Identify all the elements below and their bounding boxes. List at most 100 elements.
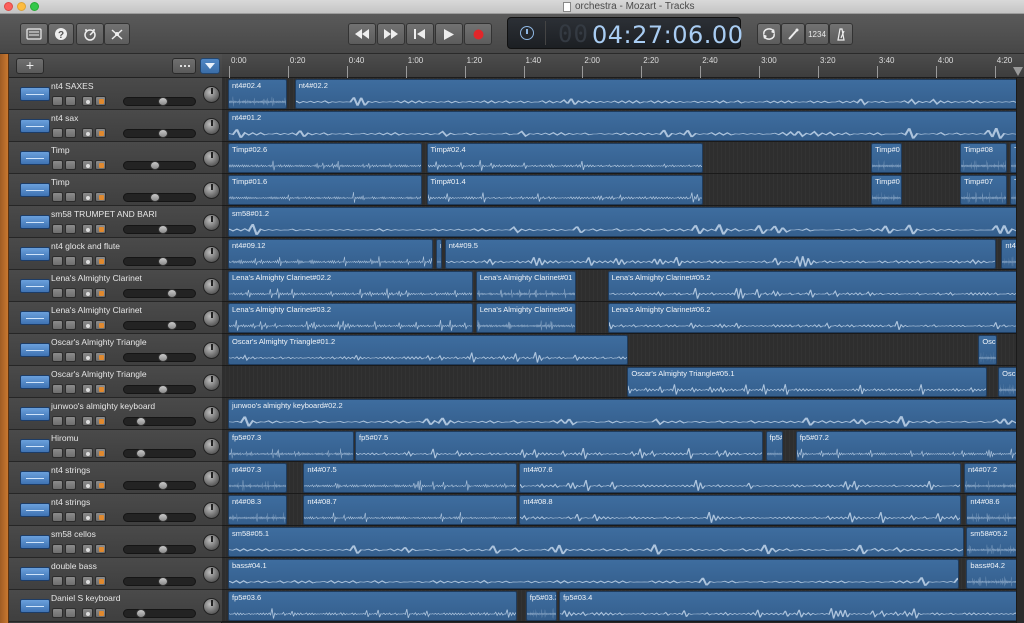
track-header[interactable]: nt4 SAXES: [9, 78, 222, 110]
mute-button[interactable]: [52, 416, 63, 426]
audio-region[interactable]: Lena's Almighty Clarinet#05.2: [607, 271, 1021, 301]
input-monitor-button[interactable]: [82, 480, 93, 490]
mute-button[interactable]: [52, 288, 63, 298]
smart-controls-button[interactable]: [76, 23, 104, 45]
record-enable-button[interactable]: [95, 128, 106, 138]
audio-region[interactable]: bass#04.1: [228, 559, 960, 589]
track-lane[interactable]: Timp#02.6Timp#02.4Timp#0Timp#08Tim: [222, 142, 1024, 174]
volume-slider-handle[interactable]: [158, 257, 168, 266]
input-monitor-button[interactable]: [82, 192, 93, 202]
audio-region[interactable]: n: [436, 239, 443, 269]
track-header[interactable]: nt4 glock and flute: [9, 238, 222, 270]
input-monitor-button[interactable]: [82, 576, 93, 586]
record-enable-button[interactable]: [95, 320, 106, 330]
volume-slider[interactable]: [123, 417, 196, 426]
add-track-button[interactable]: +: [16, 58, 44, 74]
volume-slider[interactable]: [123, 161, 196, 170]
input-monitor-button[interactable]: [82, 544, 93, 554]
track-name[interactable]: Lena's Almighty Clarinet: [51, 273, 142, 283]
volume-slider-handle[interactable]: [158, 97, 168, 106]
track-lane[interactable]: Oscar's Almighty Triangle#01.2 Osc: [222, 334, 1024, 366]
pan-knob[interactable]: [203, 182, 220, 199]
volume-slider-handle[interactable]: [158, 513, 168, 522]
audio-region[interactable]: nt4#08.6: [966, 495, 1021, 525]
solo-button[interactable]: [65, 192, 76, 202]
audio-region[interactable]: fp5#03.4: [559, 591, 1021, 621]
input-monitor-button[interactable]: [82, 96, 93, 106]
input-monitor-button[interactable]: [82, 256, 93, 266]
close-window-button[interactable]: [4, 2, 13, 11]
track-lane[interactable]: fp5#03.6 fp5#03.3 fp5#03.4: [222, 590, 1024, 622]
track-name[interactable]: sm58 TRUMPET AND BARI: [51, 209, 157, 219]
audio-region[interactable]: Timp#02.6: [228, 143, 422, 173]
volume-slider-handle[interactable]: [150, 161, 160, 170]
audio-region[interactable]: nt4#07.3: [228, 463, 287, 493]
pan-knob[interactable]: [203, 438, 220, 455]
audio-region[interactable]: nt4#07.6: [519, 463, 962, 493]
audio-region[interactable]: nt4#08.3: [228, 495, 287, 525]
volume-slider[interactable]: [123, 289, 196, 298]
track-lane[interactable]: Oscar's Almighty Triangle#05.1 Osc: [222, 366, 1024, 398]
audio-region[interactable]: Lena's Almighty Clarinet#06.2: [607, 303, 1021, 333]
pan-knob[interactable]: [203, 374, 220, 391]
mute-button[interactable]: [52, 320, 63, 330]
audio-region[interactable]: Timp#07: [960, 175, 1008, 205]
track-name[interactable]: Oscar's Almighty Triangle: [51, 369, 147, 379]
pan-knob[interactable]: [203, 406, 220, 423]
zoom-window-button[interactable]: [30, 2, 39, 11]
volume-slider[interactable]: [123, 385, 196, 394]
solo-button[interactable]: [65, 544, 76, 554]
audio-region[interactable]: Oscar's Almighty Triangle#01.2: [228, 335, 628, 365]
audio-region[interactable]: Timp#01.6: [228, 175, 422, 205]
track-lane[interactable]: junwoo's almighty keyboard#02.2: [222, 398, 1024, 430]
record-enable-button[interactable]: [95, 384, 106, 394]
volume-slider-handle[interactable]: [136, 449, 146, 458]
track-name[interactable]: Lena's Almighty Clarinet: [51, 305, 142, 315]
record-enable-button[interactable]: [95, 288, 106, 298]
input-monitor-button[interactable]: [82, 384, 93, 394]
solo-button[interactable]: [65, 224, 76, 234]
track-header[interactable]: Oscar's Almighty Triangle: [9, 334, 222, 366]
editors-button[interactable]: [104, 23, 130, 45]
audio-region[interactable]: Lena's Almighty Clarinet#01: [475, 271, 577, 301]
volume-slider-handle[interactable]: [158, 385, 168, 394]
mute-button[interactable]: [52, 384, 63, 394]
audio-region[interactable]: Lena's Almighty Clarinet#03.2: [228, 303, 474, 333]
audio-region[interactable]: fp5#07.5: [355, 431, 763, 461]
pan-knob[interactable]: [203, 310, 220, 327]
pan-knob[interactable]: [203, 566, 220, 583]
fast-forward-button[interactable]: [377, 23, 405, 45]
solo-button[interactable]: [65, 448, 76, 458]
go-to-beginning-button[interactable]: [406, 23, 434, 45]
volume-slider[interactable]: [123, 97, 196, 106]
solo-button[interactable]: [65, 512, 76, 522]
track-lane[interactable]: nt4#08.3 nt4#08.7 nt4#08.8 nt4#08.6: [222, 494, 1024, 526]
audio-region[interactable]: Oscar's Almighty Triangle#05.1: [627, 367, 987, 397]
pan-knob[interactable]: [203, 534, 220, 551]
pan-knob[interactable]: [203, 342, 220, 359]
track-header[interactable]: nt4 sax: [9, 110, 222, 142]
track-name[interactable]: nt4 strings: [51, 497, 90, 507]
input-monitor-button[interactable]: [82, 512, 93, 522]
track-name[interactable]: Daniel S keyboard: [51, 593, 120, 603]
track-header[interactable]: Daniel S keyboard: [9, 590, 222, 622]
track-header[interactable]: Timp: [9, 142, 222, 174]
audio-region[interactable]: fp5#07.2: [795, 431, 1021, 461]
cycle-button[interactable]: [757, 23, 781, 45]
audio-region[interactable]: Timp#01.4: [426, 175, 704, 205]
track-lane[interactable]: sm58#01.2: [222, 206, 1024, 238]
record-enable-button[interactable]: [95, 576, 106, 586]
solo-button[interactable]: [65, 352, 76, 362]
input-monitor-button[interactable]: [82, 448, 93, 458]
track-filter-button[interactable]: [200, 58, 220, 74]
volume-slider-handle[interactable]: [158, 225, 168, 234]
track-header[interactable]: Lena's Almighty Clarinet: [9, 270, 222, 302]
input-monitor-button[interactable]: [82, 352, 93, 362]
mute-button[interactable]: [52, 544, 63, 554]
timeline-ruler[interactable]: 0:00 0:20 0:40 1:00 1:20 1:40 2:00 2:20 2:40 3:00…: [222, 54, 1024, 78]
volume-slider[interactable]: [123, 321, 196, 330]
audio-region[interactable]: nt4#02.4: [228, 79, 287, 109]
volume-slider[interactable]: [123, 449, 196, 458]
track-header[interactable]: Timp: [9, 174, 222, 206]
pan-knob[interactable]: [203, 214, 220, 231]
